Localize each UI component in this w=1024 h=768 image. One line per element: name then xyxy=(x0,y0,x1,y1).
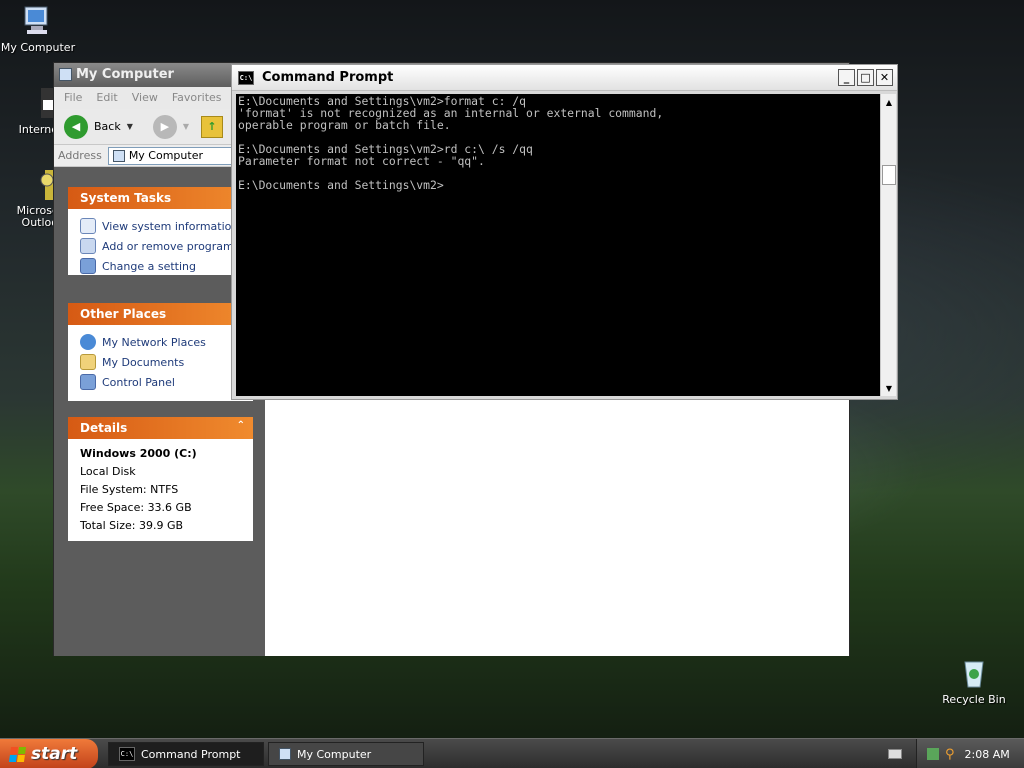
scroll-down-icon[interactable]: ▼ xyxy=(881,380,897,396)
taskbar-item-label: Command Prompt xyxy=(141,747,241,761)
taskbar-item-label: My Computer xyxy=(297,747,372,761)
command-prompt-window[interactable]: C:\ Command Prompt _ □ ✕ E:\Documents an… xyxy=(231,64,898,400)
my-documents-icon xyxy=(80,354,96,370)
task-view-system-information[interactable]: View system information xyxy=(80,216,253,236)
task-label: Change a setting xyxy=(102,259,196,273)
system-tasks-panel: System Tasks View system information Add… xyxy=(68,187,253,275)
vertical-scrollbar[interactable]: ▲ ▼ xyxy=(880,94,896,396)
control-panel-icon xyxy=(80,374,96,390)
cmd-icon: C:\ xyxy=(119,747,135,761)
place-label: Control Panel xyxy=(102,375,175,389)
clock[interactable]: 2:08 AM xyxy=(965,748,1010,761)
add-remove-programs-icon xyxy=(80,238,96,254)
console-output[interactable]: E:\Documents and Settings\vm2>format c: … xyxy=(236,94,880,396)
place-control-panel[interactable]: Control Panel xyxy=(80,372,253,392)
place-my-network-places[interactable]: My Network Places xyxy=(80,332,253,352)
menu-favorites[interactable]: Favorites xyxy=(172,91,222,105)
drive-name: Windows 2000 (C:) xyxy=(80,447,197,460)
chevron-down-icon[interactable]: ▼ xyxy=(183,122,189,131)
search-icon[interactable]: ⚲ xyxy=(945,747,955,762)
total-size: Total Size: 39.9 GB xyxy=(80,519,184,532)
scroll-thumb[interactable] xyxy=(882,165,896,185)
cmd-icon: C:\ xyxy=(238,70,254,85)
computer-icon xyxy=(112,149,125,162)
window-title: My Computer xyxy=(76,67,174,82)
computer-icon xyxy=(59,68,72,81)
taskbar-my-computer[interactable]: My Computer xyxy=(268,742,424,766)
scroll-up-icon[interactable]: ▲ xyxy=(881,94,897,110)
menu-edit[interactable]: Edit xyxy=(96,91,117,105)
recycle-bin-icon xyxy=(957,656,991,690)
system-tasks-header[interactable]: System Tasks xyxy=(68,187,253,209)
address-value: My Computer xyxy=(128,149,203,162)
task-change-setting[interactable]: Change a setting xyxy=(80,256,253,276)
other-places-header[interactable]: Other Places xyxy=(68,303,253,325)
drive-type: Local Disk xyxy=(80,465,136,478)
computer-icon xyxy=(279,748,291,760)
outlook-icon xyxy=(21,168,55,202)
place-my-documents[interactable]: My Documents xyxy=(80,352,253,372)
desktop-icon-my-computer[interactable]: My Computer xyxy=(0,4,76,54)
taskbar: start C:\ Command Prompt My Computer ⚲ 2… xyxy=(0,738,1024,768)
task-label: View system information xyxy=(102,219,239,233)
cmd-titlebar[interactable]: C:\ Command Prompt _ □ ✕ xyxy=(232,65,897,91)
place-label: My Documents xyxy=(102,355,185,369)
start-label: start xyxy=(31,744,78,764)
menu-view[interactable]: View xyxy=(132,91,158,105)
window-title: Command Prompt xyxy=(262,70,394,85)
free-space: Free Space: 33.6 GB xyxy=(80,501,192,514)
desktop-icon-label: My Computer xyxy=(0,41,76,54)
back-arrow-icon[interactable]: ◀ xyxy=(64,114,88,139)
console-line: E:\Documents and Settings\vm2> xyxy=(238,178,444,192)
windows-logo-icon xyxy=(8,746,27,762)
minimize-button[interactable]: _ xyxy=(838,69,855,86)
my-computer-icon xyxy=(21,4,55,38)
forward-arrow-icon[interactable]: ▶ xyxy=(152,114,177,139)
network-icon[interactable] xyxy=(927,748,939,760)
back-button[interactable]: Back xyxy=(94,120,121,133)
desktop-icon-recycle-bin[interactable]: Recycle Bin xyxy=(936,656,1012,706)
system-info-icon xyxy=(80,218,96,234)
control-panel-icon xyxy=(80,258,96,274)
close-button[interactable]: ✕ xyxy=(876,69,893,86)
network-places-icon xyxy=(80,334,96,350)
details-title: Details xyxy=(80,421,128,435)
internet-explorer-icon xyxy=(21,86,55,120)
file-system: File System: NTFS xyxy=(80,483,179,496)
details-header[interactable]: Details ⌃ xyxy=(68,417,253,439)
details-panel: Details ⌃ Windows 2000 (C:) Local Disk F… xyxy=(68,417,253,541)
console-line: Parameter format not correct - "qq". xyxy=(238,154,485,168)
chevron-down-icon[interactable]: ▼ xyxy=(127,122,133,131)
other-places-panel: Other Places My Network Places My Docume… xyxy=(68,303,253,401)
console-line: operable program or batch file. xyxy=(238,118,451,132)
menu-file[interactable]: File xyxy=(64,91,82,105)
taskbar-command-prompt[interactable]: C:\ Command Prompt xyxy=(108,742,264,766)
maximize-button[interactable]: □ xyxy=(857,69,874,86)
task-label: Add or remove programs xyxy=(102,239,240,253)
up-folder-icon[interactable]: ↑ xyxy=(201,115,224,138)
place-label: My Network Places xyxy=(102,335,206,349)
keyboard-icon[interactable] xyxy=(888,749,902,759)
collapse-chevron-icon[interactable]: ⌃ xyxy=(237,420,245,431)
task-add-remove-programs[interactable]: Add or remove programs xyxy=(80,236,253,256)
desktop-icon-label: Recycle Bin xyxy=(942,693,1006,706)
start-button[interactable]: start xyxy=(0,739,98,768)
system-tray: ⚲ 2:08 AM xyxy=(916,739,1024,768)
address-label: Address xyxy=(58,149,102,162)
